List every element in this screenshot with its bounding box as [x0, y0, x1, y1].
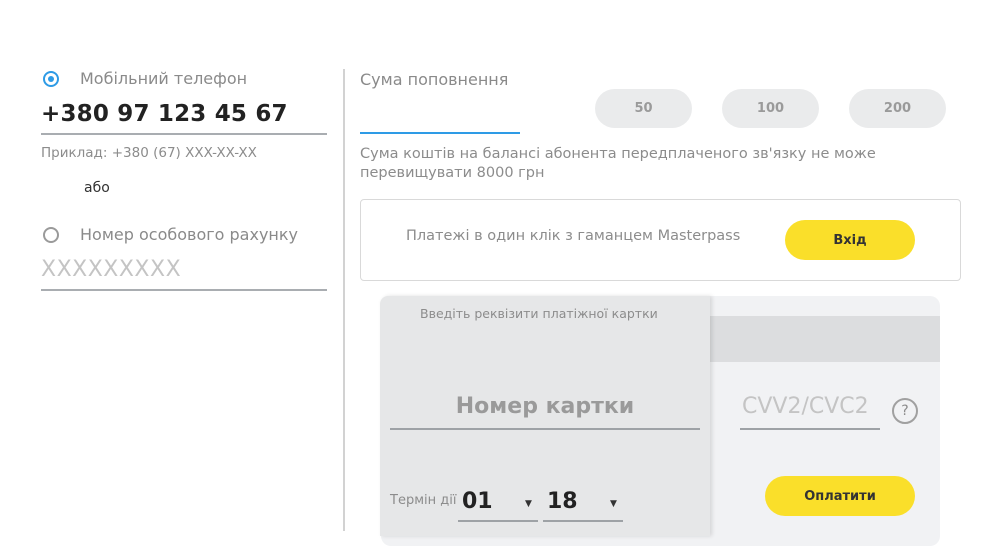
masterpass-login-button[interactable]: Вхід: [785, 220, 915, 260]
amount-label: Сума поповнення: [360, 70, 509, 89]
pay-button[interactable]: Оплатити: [765, 476, 915, 516]
amount-preset-100[interactable]: 100: [722, 89, 819, 128]
account-label: Номер особового рахунку: [80, 225, 298, 244]
expiry-year-select[interactable]: 18 ▼: [543, 486, 623, 522]
account-input[interactable]: XXXXXXXXX: [41, 257, 181, 282]
chevron-down-icon: ▼: [610, 499, 617, 509]
phone-input[interactable]: +380 97 123 45 67: [41, 101, 288, 127]
phone-underline: [41, 133, 327, 135]
phone-hint: Приклад: +380 (67) XXX-XX-XX: [41, 145, 257, 161]
masterpass-text: Платежі в один клік з гаманцем Masterpas…: [406, 228, 741, 244]
amount-preset-200[interactable]: 200: [849, 89, 946, 128]
phone-radio[interactable]: [43, 71, 59, 87]
expiry-month-select[interactable]: 01 ▼: [458, 486, 538, 522]
amount-preset-50[interactable]: 50: [595, 89, 692, 128]
card-details-title: Введіть реквізити платіжної картки: [420, 306, 658, 321]
cvv-underline: [740, 428, 880, 430]
chevron-down-icon: ▼: [525, 499, 532, 509]
cvv-input[interactable]: CVV2/CVC2: [742, 394, 869, 419]
card-magnetic-stripe: [700, 316, 940, 362]
phone-label: Мобільний телефон: [80, 69, 248, 88]
expiry-year-underline: [543, 520, 623, 522]
or-text: або: [84, 180, 110, 196]
expiry-month-underline: [458, 520, 538, 522]
expiry-year-value: 18: [547, 489, 578, 514]
amount-input[interactable]: [360, 100, 520, 132]
account-radio[interactable]: [43, 227, 59, 243]
column-divider: [343, 69, 345, 531]
card-number-underline: [390, 428, 700, 430]
card-number-input[interactable]: Номер картки: [390, 394, 700, 419]
amount-note: Сума коштів на балансі абонента передпла…: [360, 146, 876, 181]
expiry-label: Термін дії: [390, 493, 457, 508]
amount-underline: [360, 132, 520, 134]
expiry-month-value: 01: [462, 489, 493, 514]
account-underline: [41, 289, 327, 291]
cvv-help-icon[interactable]: ?: [892, 398, 918, 424]
